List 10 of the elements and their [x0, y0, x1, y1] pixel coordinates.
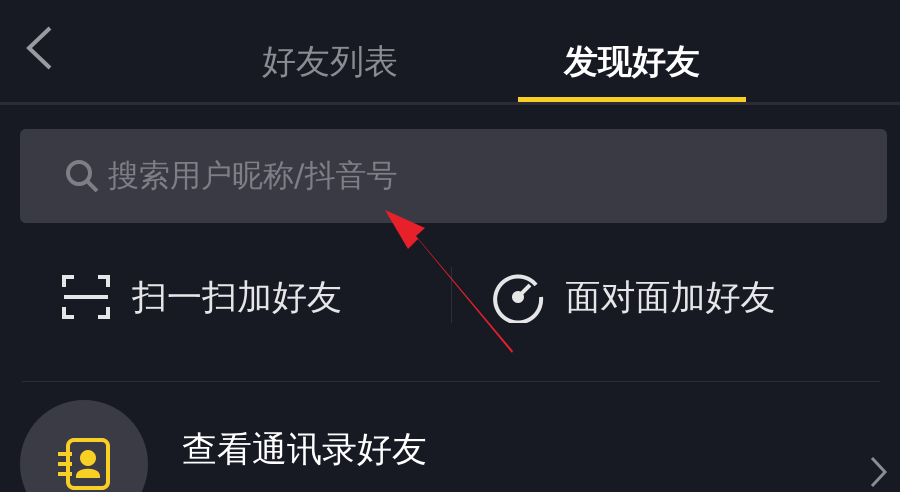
- tab[interactable]: 好友列表: [216, 0, 444, 102]
- search-icon: [64, 158, 100, 194]
- chevron-icon: [870, 456, 888, 488]
- tab[interactable]: 发现好友: [518, 0, 746, 102]
- list-item-title[interactable]: 查看通讯录好友: [182, 426, 427, 473]
- face-to-face-button[interactable]: 面对面加好友: [452, 223, 880, 381]
- scan-icon: [62, 273, 110, 321]
- back-button[interactable]: [24, 26, 54, 70]
- scan-button[interactable]: 扫一扫加好友: [22, 223, 450, 381]
- search-field[interactable]: 搜索用户昵称/抖音号: [20, 129, 887, 223]
